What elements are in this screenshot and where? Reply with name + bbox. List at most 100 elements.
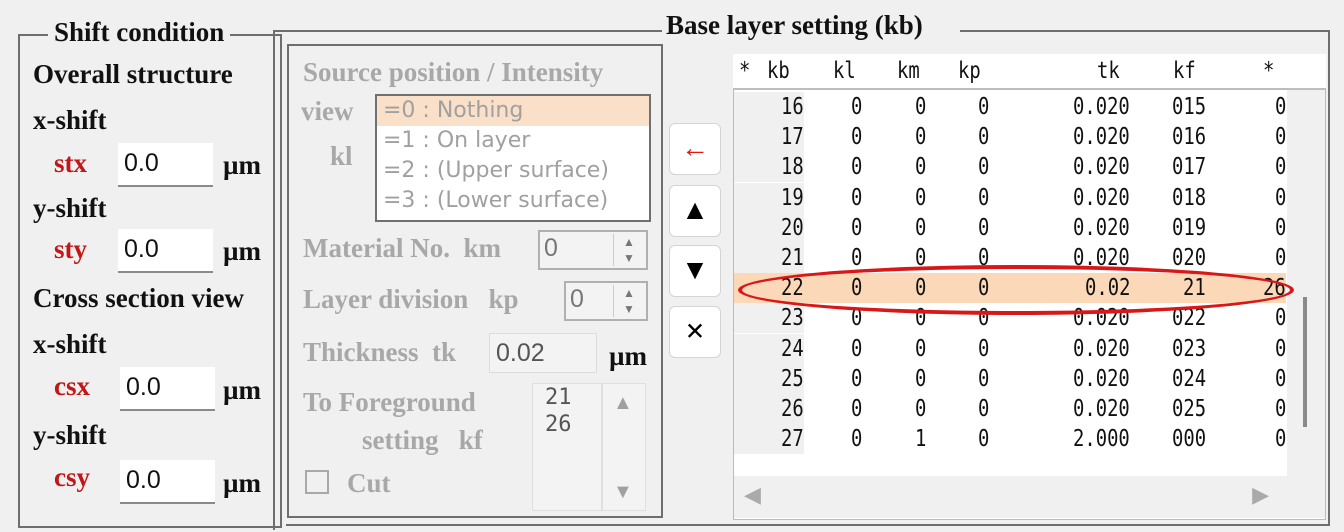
col-header: * bbox=[739, 58, 751, 84]
table-row[interactable]: 21 0 0 0 0.020 020 0 bbox=[734, 243, 1286, 273]
table-row[interactable]: 24 0 0 0 0.020 023 0 bbox=[734, 333, 1286, 364]
sty-input[interactable]: 0.0 bbox=[118, 229, 213, 273]
cell-kb: 19 bbox=[781, 184, 804, 211]
table-row[interactable]: 26 0 0 0 0.020 025 0 bbox=[734, 394, 1286, 424]
cell-kb: 21 bbox=[781, 245, 804, 271]
cell-kp: 0 bbox=[977, 214, 989, 241]
km-spinner[interactable]: 0 ▲ ▼ bbox=[538, 230, 648, 270]
cut-checkbox[interactable] bbox=[305, 470, 329, 494]
scroll-down-icon[interactable]: ▼ bbox=[613, 481, 633, 504]
kf-scrollbar[interactable]: ▲ ▼ bbox=[602, 383, 646, 511]
cell-tk: 0.02 bbox=[1084, 275, 1130, 302]
cell-kb: 22 bbox=[781, 275, 804, 302]
foreground-label-1: To Foreground bbox=[303, 387, 476, 417]
spin-up-icon[interactable]: ▲ bbox=[614, 285, 644, 301]
base-layer-frame-left bbox=[273, 30, 275, 530]
cell-x: 0 bbox=[1274, 124, 1286, 151]
cell-kf: 023 bbox=[1171, 335, 1206, 362]
scroll-left-icon[interactable]: ◀ bbox=[744, 482, 761, 508]
cell-kf: 022 bbox=[1171, 305, 1206, 332]
cell-kp: 0 bbox=[977, 94, 989, 120]
csx-label: csx bbox=[54, 371, 90, 401]
cell-kp: 0 bbox=[977, 124, 989, 151]
sty-unit: µm bbox=[223, 236, 262, 266]
kl-option[interactable]: =0 : Nothing bbox=[377, 96, 649, 126]
cell-x: 26 bbox=[1263, 275, 1286, 302]
cell-kp: 0 bbox=[977, 184, 989, 211]
cell-kp: 0 bbox=[977, 154, 989, 181]
cell-kl: 0 bbox=[850, 94, 862, 120]
table-row[interactable]: 16 0 0 0 0.020 015 0 bbox=[734, 92, 1286, 122]
table-row[interactable]: 19 0 0 0 0.020 018 0 bbox=[734, 182, 1286, 213]
kl-option[interactable]: =3 : (Lower surface) bbox=[377, 186, 649, 216]
move-down-button[interactable]: ▼ bbox=[669, 245, 721, 297]
cell-kf: 000 bbox=[1171, 426, 1206, 453]
stx-input[interactable]: 0.0 bbox=[118, 143, 213, 187]
apply-button[interactable]: ← bbox=[669, 123, 721, 175]
cell-kb: 24 bbox=[781, 335, 804, 362]
base-layer-title: Base layer setting (kb) bbox=[662, 12, 927, 39]
cell-kf: 025 bbox=[1171, 396, 1206, 422]
cut-label: Cut bbox=[347, 468, 391, 498]
kl-option[interactable]: =2 : (Upper surface) bbox=[377, 156, 649, 186]
table-row[interactable]: 23 0 0 0 0.020 022 0 bbox=[734, 303, 1286, 334]
csx-input[interactable]: 0.0 bbox=[120, 367, 215, 411]
kl-listbox[interactable]: =0 : Nothing =1 : On layer =2 : (Upper s… bbox=[375, 94, 651, 222]
spin-down-icon[interactable]: ▼ bbox=[614, 301, 644, 317]
layer-division-label: Layer division kp bbox=[303, 284, 519, 314]
kf-listbox[interactable]: 21 26 bbox=[532, 383, 602, 511]
overall-y-shift-label: y-shift bbox=[33, 193, 107, 223]
spin-up-icon[interactable]: ▲ bbox=[614, 234, 644, 250]
delete-button[interactable]: × bbox=[669, 306, 721, 358]
cell-kl: 0 bbox=[850, 396, 862, 422]
cell-kl: 0 bbox=[850, 154, 862, 181]
col-header: kf bbox=[1173, 58, 1196, 84]
kp-spinner[interactable]: 0 ▲ ▼ bbox=[564, 281, 648, 321]
kf-item[interactable]: 26 bbox=[533, 411, 601, 438]
csy-label: csy bbox=[54, 462, 90, 492]
base-layer-frame-top-right bbox=[960, 30, 1330, 32]
cell-kp: 0 bbox=[977, 335, 989, 362]
cell-x: 0 bbox=[1274, 335, 1286, 362]
table-row[interactable]: 20 0 0 0 0.020 019 0 bbox=[734, 212, 1286, 243]
scroll-right-icon[interactable]: ▶ bbox=[1252, 482, 1269, 508]
cell-tk: 0.020 bbox=[1073, 245, 1130, 271]
arrow-left-icon: ← bbox=[681, 133, 709, 164]
table-row[interactable]: 17 0 0 0 0.020 016 0 bbox=[734, 122, 1286, 153]
cell-kf: 024 bbox=[1171, 365, 1206, 392]
cell-kl: 0 bbox=[850, 275, 862, 302]
triangle-up-icon: ▲ bbox=[681, 195, 709, 226]
move-up-button[interactable]: ▲ bbox=[669, 185, 721, 237]
table-row[interactable]: 25 0 0 0 0.020 024 0 bbox=[734, 363, 1286, 394]
kf-item[interactable]: 21 bbox=[533, 384, 601, 411]
cell-km: 0 bbox=[914, 275, 926, 302]
vertical-scroll-thumb[interactable] bbox=[1303, 297, 1307, 427]
cell-tk: 0.020 bbox=[1073, 305, 1130, 332]
cross-y-shift-label: y-shift bbox=[33, 420, 107, 450]
table-row[interactable]: 27 0 1 0 2.000 000 0 bbox=[734, 424, 1286, 455]
scroll-up-icon[interactable]: ▲ bbox=[613, 392, 633, 415]
spin-down-icon[interactable]: ▼ bbox=[614, 250, 644, 266]
tk-input[interactable]: 0.02 bbox=[489, 333, 597, 373]
csy-unit: µm bbox=[223, 468, 262, 498]
table-header: * kb kl km kp tk kf * bbox=[733, 54, 1326, 90]
stx-unit: µm bbox=[223, 150, 262, 180]
cell-x: 0 bbox=[1274, 426, 1286, 453]
cell-kb: 18 bbox=[781, 154, 804, 181]
horizontal-scrollbar[interactable]: ◀ ▶ bbox=[734, 476, 1325, 518]
csx-unit: µm bbox=[223, 375, 262, 405]
cross-section-heading: Cross section view bbox=[33, 283, 244, 313]
cell-x: 0 bbox=[1274, 245, 1286, 271]
base-layer-frame-bottom bbox=[286, 524, 1330, 526]
cell-km: 0 bbox=[914, 154, 926, 181]
cell-tk: 0.020 bbox=[1073, 365, 1130, 392]
cell-kp: 0 bbox=[977, 275, 989, 302]
cell-kb: 20 bbox=[781, 214, 804, 241]
cell-kp: 0 bbox=[977, 396, 989, 422]
cell-kl: 0 bbox=[850, 245, 862, 271]
kl-option[interactable]: =1 : On layer bbox=[377, 126, 649, 156]
table-row[interactable]: 18 0 0 0 0.020 017 0 bbox=[734, 152, 1286, 183]
stx-label: stx bbox=[54, 148, 87, 178]
table-row[interactable]: 22 0 0 0 0.02 21 26 bbox=[734, 273, 1286, 304]
csy-input[interactable]: 0.0 bbox=[120, 460, 215, 504]
